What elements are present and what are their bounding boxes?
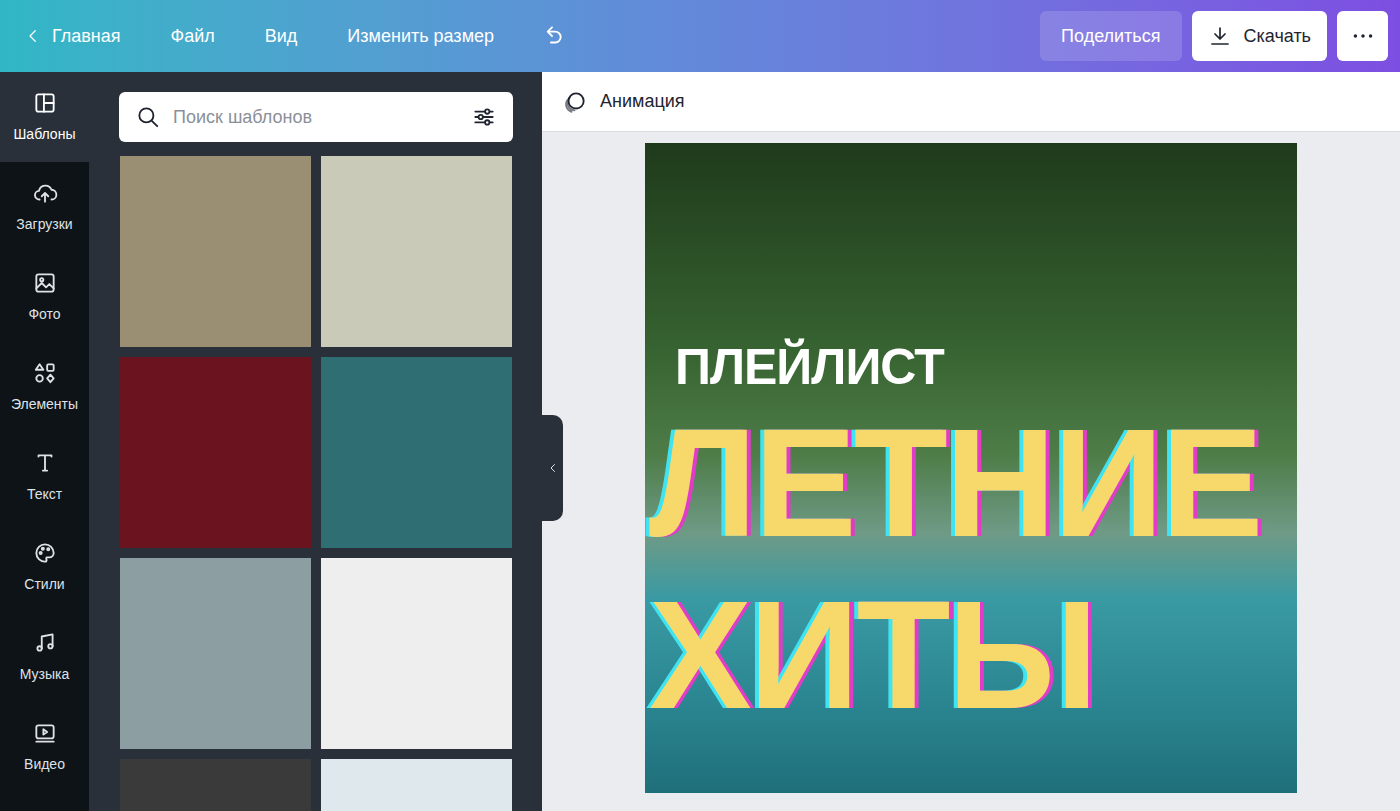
menu-item[interactable]: Изменить размер xyxy=(347,23,494,50)
templates-panel xyxy=(89,72,542,811)
template-card[interactable] xyxy=(321,558,512,749)
rail-label: Текст xyxy=(27,484,62,505)
design-title-line[interactable]: ЛЕТНИЕ xyxy=(649,397,1297,569)
rail-item[interactable]: Элементы xyxy=(0,342,89,432)
rail-item[interactable]: Загрузки xyxy=(0,162,89,252)
animation-icon xyxy=(562,89,588,115)
template-card[interactable] xyxy=(321,759,512,811)
template-card[interactable] xyxy=(120,357,311,548)
rail-item[interactable]: Стили xyxy=(0,522,89,612)
chevron-left-icon xyxy=(547,462,559,474)
search-box xyxy=(119,92,513,142)
filter-icon xyxy=(471,104,497,130)
collapse-panel-button[interactable] xyxy=(542,415,563,521)
share-label: Поделиться xyxy=(1061,23,1160,50)
design-kicker[interactable]: ПЛЕЙЛИСТ xyxy=(649,339,1297,397)
more-icon xyxy=(1350,23,1376,49)
palette-icon xyxy=(32,540,58,566)
template-card[interactable] xyxy=(120,156,311,347)
design-canvas[interactable]: ПЛЕЙЛИСТЛЕТНИЕХИТЫ xyxy=(645,143,1297,793)
home-button[interactable]: Главная xyxy=(24,23,121,50)
home-label: Главная xyxy=(52,23,121,50)
template-card[interactable] xyxy=(120,558,311,749)
video-icon xyxy=(32,720,58,746)
rail-item[interactable]: Видео xyxy=(0,702,89,792)
rail-label: Видео xyxy=(24,754,65,775)
template-card[interactable] xyxy=(120,759,311,811)
search-icon xyxy=(135,104,161,130)
rail-label: Фото xyxy=(28,304,60,325)
editor-toolbar: Анимация xyxy=(542,72,1400,132)
menu-item[interactable]: Файл xyxy=(171,23,215,50)
text-icon xyxy=(32,450,58,476)
top-bar: Главная Файл Вид Изменить размер Поделиться С… xyxy=(0,0,1400,72)
side-rail: Шаблоны Загрузки Фото Элементы Текст Стили Муз… xyxy=(0,72,89,811)
rail-label: Стили xyxy=(24,574,64,595)
rail-item[interactable]: Шаблоны xyxy=(0,72,89,162)
template-card[interactable] xyxy=(321,357,512,548)
templates-icon xyxy=(32,90,58,116)
rail-item[interactable]: Музыка xyxy=(0,612,89,702)
design-title-line[interactable]: ХИТЫ xyxy=(649,569,1297,741)
filter-button[interactable] xyxy=(471,104,497,130)
editor-area: Анимация ПЛЕЙЛИСТЛЕТНИЕХИТЫ xyxy=(542,72,1400,811)
animation-button[interactable]: Анимация xyxy=(562,88,685,115)
rail-label: Загрузки xyxy=(16,214,72,235)
rail-item[interactable]: Фото xyxy=(0,252,89,342)
search-input[interactable] xyxy=(173,104,459,131)
download-button[interactable]: Скачать xyxy=(1192,11,1328,61)
music-icon xyxy=(32,630,58,656)
animation-label: Анимация xyxy=(600,88,685,115)
download-icon xyxy=(1208,24,1232,48)
download-label: Скачать xyxy=(1244,23,1312,50)
template-card[interactable] xyxy=(321,156,512,347)
rail-label: Музыка xyxy=(20,664,70,685)
menu-item[interactable]: Вид xyxy=(265,23,298,50)
rail-item[interactable]: Текст xyxy=(0,432,89,522)
rail-label: Шаблоны xyxy=(14,124,76,145)
more-button[interactable] xyxy=(1337,11,1388,61)
upload-icon xyxy=(32,180,58,206)
undo-icon xyxy=(539,23,565,49)
undo-button[interactable] xyxy=(539,23,565,49)
elements-icon xyxy=(32,360,58,386)
share-button[interactable]: Поделиться xyxy=(1040,11,1181,61)
rail-label: Элементы xyxy=(11,394,78,415)
chevron-left-icon xyxy=(24,27,42,45)
photo-icon xyxy=(32,270,58,296)
template-grid xyxy=(120,156,542,811)
